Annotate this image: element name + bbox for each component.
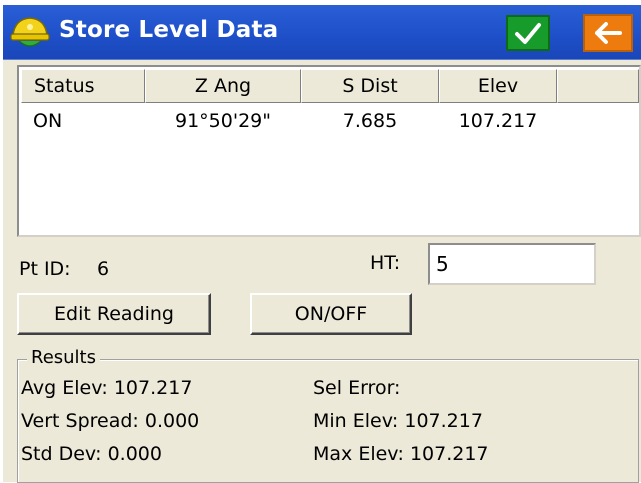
ok-button[interactable]: [506, 15, 550, 51]
store-level-data-window: Store Level Data Status Z Ang S Dist Ele…: [3, 5, 641, 483]
readings-table[interactable]: Status Z Ang S Dist Elev ON 91°50'29" 7.…: [17, 65, 641, 237]
table-row[interactable]: ON 91°50'29" 7.685 107.217: [21, 105, 639, 137]
back-button[interactable]: [583, 14, 633, 52]
title-bar: Store Level Data: [3, 5, 641, 60]
ht-label: HT:: [370, 252, 401, 274]
vert-spread-text: Vert Spread: 0.000: [21, 410, 200, 432]
cell-s-dist: 7.685: [342, 110, 398, 132]
column-header-blank[interactable]: [557, 69, 639, 103]
max-elev-text: Max Elev: 107.217: [313, 443, 489, 465]
column-header-z-ang[interactable]: Z Ang: [145, 69, 301, 103]
column-header-elev[interactable]: Elev: [439, 69, 557, 103]
arrow-left-icon: [595, 22, 622, 44]
cell-elev: 107.217: [458, 110, 538, 132]
pt-id-label: Pt ID:: [19, 258, 71, 280]
column-header-status[interactable]: Status: [21, 69, 145, 103]
sel-error-text: Sel Error:: [313, 377, 401, 399]
cell-z-ang: 91°50'29": [175, 110, 271, 132]
std-dev-text: Std Dev: 0.000: [21, 443, 162, 465]
hardhat-icon: [10, 17, 50, 47]
window-title: Store Level Data: [59, 17, 279, 43]
column-header-s-dist[interactable]: S Dist: [301, 69, 439, 103]
table-header: Status Z Ang S Dist Elev: [21, 69, 639, 103]
results-title: Results: [27, 347, 100, 368]
min-elev-text: Min Elev: 107.217: [313, 410, 483, 432]
edit-reading-button[interactable]: Edit Reading: [17, 293, 211, 335]
on-off-button[interactable]: ON/OFF: [250, 293, 412, 335]
avg-elev-text: Avg Elev: 107.217: [21, 377, 193, 399]
checkmark-icon: [515, 23, 541, 44]
pt-id-value: 6: [97, 258, 110, 280]
cell-status: ON: [33, 110, 63, 132]
ht-input[interactable]: 5: [428, 243, 596, 285]
